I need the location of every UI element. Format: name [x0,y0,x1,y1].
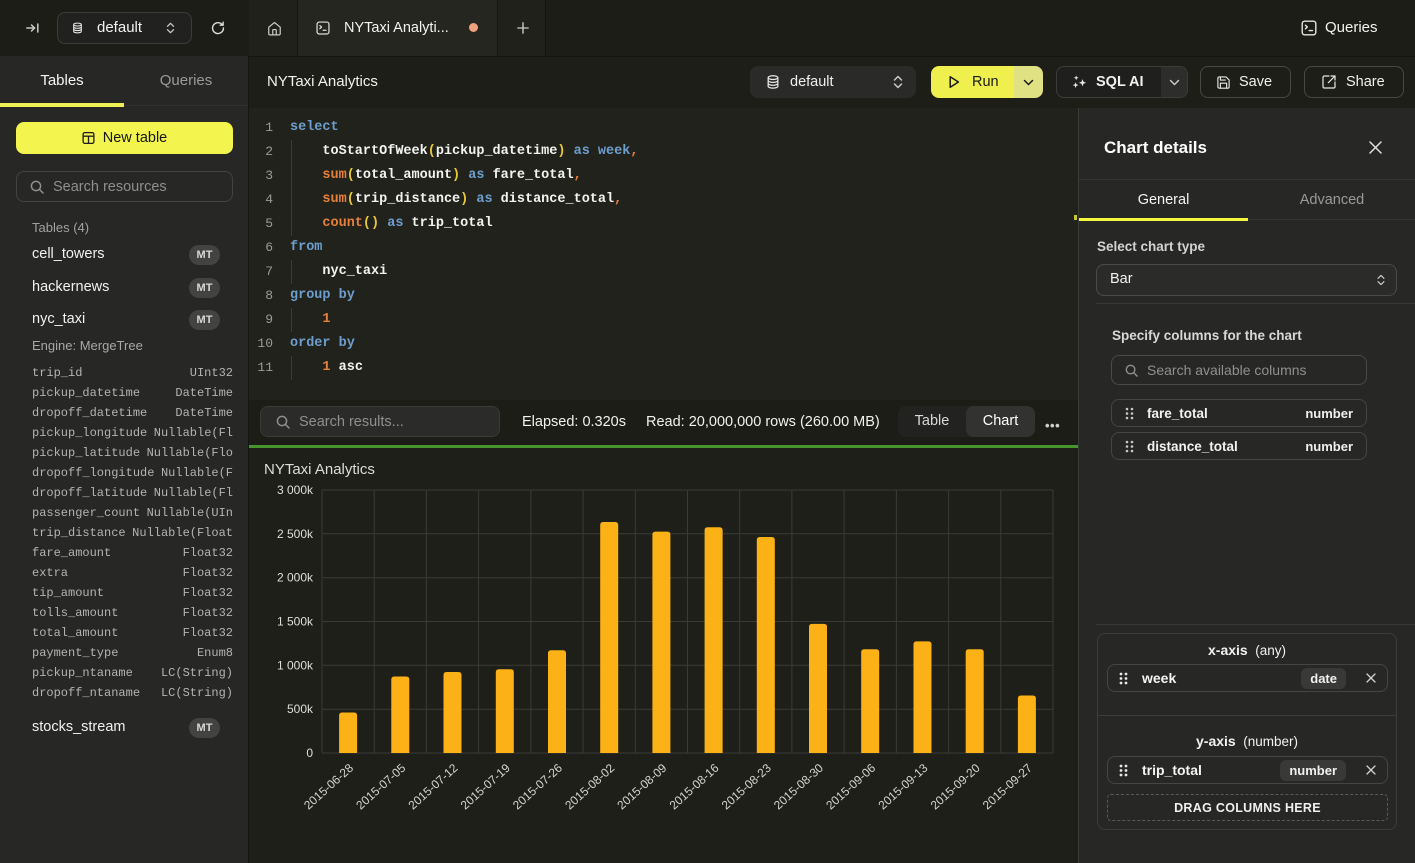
svg-text:2015-07-26: 2015-07-26 [510,761,565,813]
svg-text:3 000k: 3 000k [277,483,314,497]
svg-text:2015-07-19: 2015-07-19 [458,761,513,813]
svg-text:NYTaxi Analytics: NYTaxi Analytics [264,461,375,478]
svg-text:2015-08-02: 2015-08-02 [562,761,617,813]
svg-text:0: 0 [306,746,313,760]
svg-text:1 500k: 1 500k [277,615,314,629]
svg-text:2015-07-12: 2015-07-12 [406,761,461,813]
svg-text:2015-09-13: 2015-09-13 [876,761,931,813]
svg-text:2015-08-16: 2015-08-16 [667,761,722,813]
svg-text:1 000k: 1 000k [277,658,314,672]
svg-text:2015-08-30: 2015-08-30 [771,761,826,813]
svg-text:2015-09-27: 2015-09-27 [980,761,1035,813]
svg-text:2 500k: 2 500k [277,527,314,541]
svg-text:500k: 500k [287,702,314,716]
svg-text:2015-06-28: 2015-06-28 [301,761,356,813]
svg-text:2015-08-23: 2015-08-23 [719,761,774,813]
svg-text:2015-07-05: 2015-07-05 [353,761,408,813]
svg-text:2015-09-20: 2015-09-20 [928,761,983,813]
svg-text:2015-09-06: 2015-09-06 [823,761,878,813]
svg-text:2015-08-09: 2015-08-09 [614,761,669,813]
svg-text:2 000k: 2 000k [277,571,314,585]
